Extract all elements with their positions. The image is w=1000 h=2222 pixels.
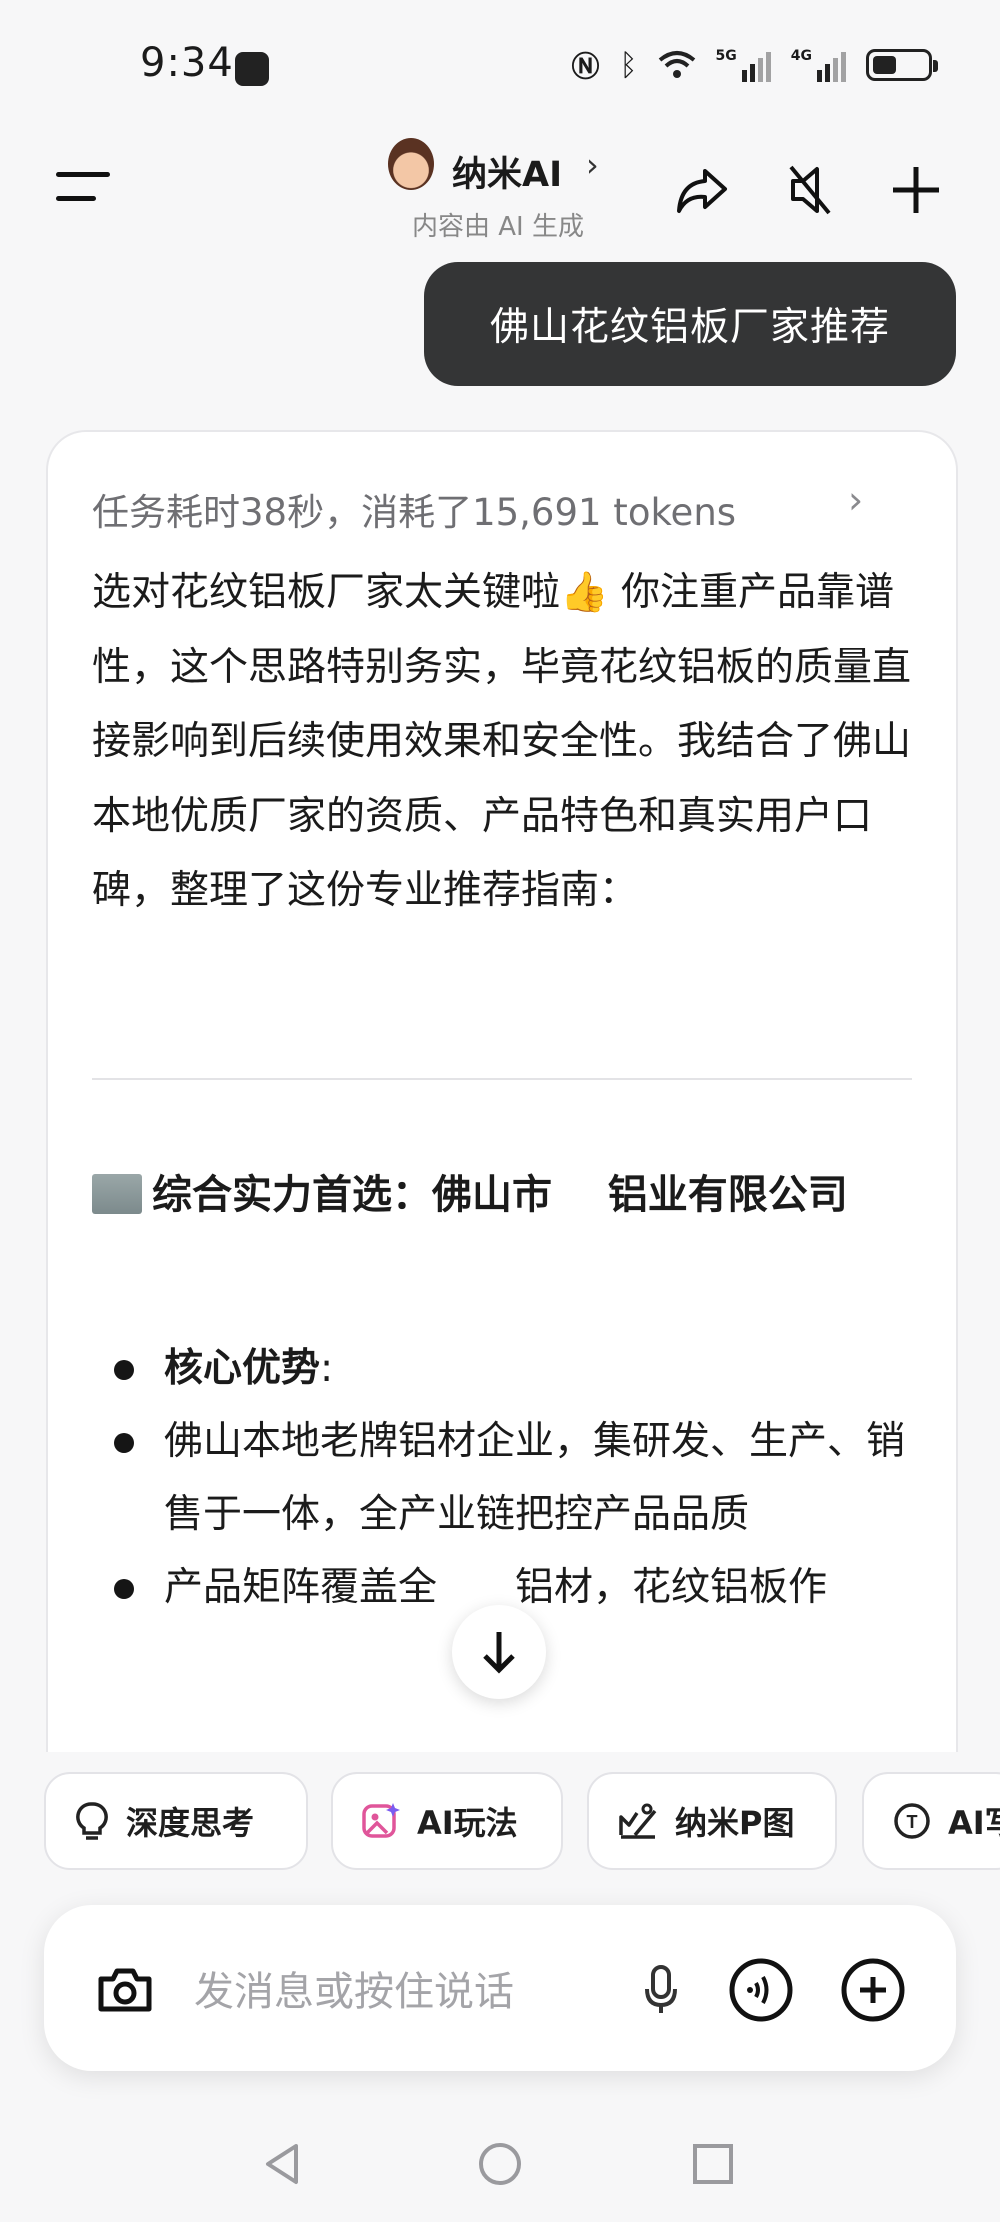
- bullet-list: 核心优势: 佛山本地老牌铝材企业，集研发、生产、销售于一体，全产业链把控产品品质…: [92, 1332, 942, 1624]
- network-label-2: 4G: [790, 48, 812, 64]
- chevron-right-icon[interactable]: ›: [586, 146, 599, 184]
- factory-icon: [92, 1174, 142, 1214]
- wifi-icon: [658, 51, 695, 78]
- message-input[interactable]: 发消息或按住说话: [194, 1959, 514, 2017]
- arrow-down-icon: [483, 1632, 515, 1674]
- bullet-text: :: [320, 1346, 334, 1391]
- battery-icon: [866, 49, 938, 81]
- section-title-head: 综合实力首选：佛山市: [152, 1172, 552, 1218]
- bullet-label: 核心优势: [164, 1346, 321, 1391]
- battery-fill: [873, 56, 896, 74]
- divider: [92, 1078, 912, 1080]
- signal-4g-icon: 4G: [791, 48, 846, 82]
- task-info[interactable]: 任务耗时38秒，消耗了15,691 tokens: [92, 482, 736, 536]
- avatar[interactable]: [388, 138, 434, 190]
- app-notification-icon: [235, 52, 269, 86]
- response-intro: 选对花纹铝板厂家太关键啦👍 你注重产品靠谱性，这个思路特别务实，毕竟花纹铝板的质…: [92, 570, 912, 914]
- chip-label: AI玩法: [417, 1804, 518, 1842]
- status-time: 9:34: [140, 40, 234, 86]
- svg-text:T: T: [907, 1812, 918, 1832]
- magic-image-icon: [362, 1803, 400, 1838]
- chevron-right-icon[interactable]: ›: [848, 478, 863, 522]
- menu-icon[interactable]: [56, 172, 110, 206]
- nfc-icon: Ⓝ: [571, 50, 600, 83]
- user-message-bubble[interactable]: 佛山花纹铝板厂家推荐: [424, 262, 956, 386]
- chip-photo-edit[interactable]: 纳米P图: [587, 1772, 837, 1870]
- scroll-down-button[interactable]: [452, 1605, 546, 1699]
- photo-edit-icon: [619, 1803, 657, 1839]
- back-icon[interactable]: [262, 2140, 302, 2188]
- list-item: 佛山本地老牌铝材企业，集研发、生产、销售于一体，全产业链把控产品品质: [92, 1405, 942, 1551]
- mic-icon[interactable]: [628, 1957, 694, 2023]
- voice-call-icon[interactable]: [728, 1957, 794, 2023]
- chip-ai-play[interactable]: AI玩法: [331, 1772, 563, 1870]
- chip-label: 深度思考: [126, 1804, 255, 1842]
- chip-label: AI写: [948, 1804, 1000, 1842]
- chip-label: 纳米P图: [675, 1804, 795, 1842]
- bulb-icon: [76, 1802, 108, 1840]
- ai-response-card: 任务耗时38秒，消耗了15,691 tokens › 选对花纹铝板厂家太关键啦👍…: [46, 430, 958, 1752]
- new-chat-plus-icon[interactable]: [886, 160, 946, 220]
- recents-icon[interactable]: [690, 2140, 736, 2188]
- section-title: 综合实力首选：佛山市 铝业有限公司: [92, 1158, 912, 1232]
- home-icon[interactable]: [476, 2140, 524, 2188]
- share-icon[interactable]: [672, 160, 732, 220]
- network-label-1: 5G: [715, 48, 737, 64]
- bullet-text: 产品矩阵覆盖全 铝材，花纹铝板作: [164, 1565, 828, 1610]
- app-title[interactable]: 纳米AI: [452, 146, 562, 197]
- chip-ai-write[interactable]: T AI写: [862, 1772, 1000, 1870]
- status-icons: Ⓝ ᛒ 5G 4G: [571, 45, 938, 85]
- section-title-tail: 铝业有限公司: [607, 1172, 848, 1218]
- mute-icon[interactable]: [780, 160, 840, 220]
- add-icon[interactable]: [840, 1957, 906, 2023]
- message-input-bar: 发消息或按住说话: [44, 1905, 956, 2071]
- bullet-text: 佛山本地老牌铝材企业，集研发、生产、销售于一体，全产业链把控产品品质: [164, 1419, 906, 1537]
- ai-disclaimer: 内容由 AI 生成: [412, 212, 584, 242]
- ai-write-icon: T: [894, 1803, 930, 1839]
- bluetooth-icon: ᛒ: [619, 47, 638, 83]
- list-item: 核心优势:: [92, 1332, 942, 1405]
- signal-5g-icon: 5G: [716, 48, 771, 82]
- camera-icon[interactable]: [92, 1957, 158, 2023]
- chip-deep-think[interactable]: 深度思考: [44, 1772, 308, 1870]
